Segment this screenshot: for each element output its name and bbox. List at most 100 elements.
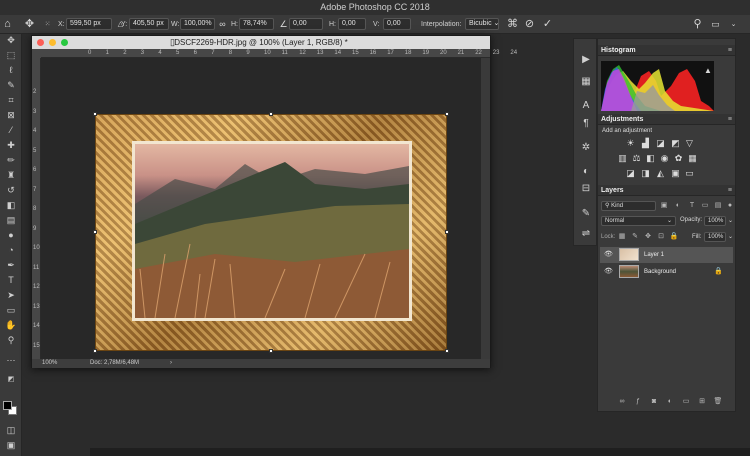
chevron-down-icon[interactable]: ⌄ [728,233,733,240]
filter-toggle-icon[interactable]: ● [724,201,736,211]
vertical-ruler[interactable]: 2 3 4 5 6 7 8 9 10 11 12 13 14 15 [32,58,41,359]
y-field[interactable]: 405,50 px [129,18,169,30]
transform-handle-bottom-left[interactable] [93,349,97,353]
type-tool-icon[interactable]: T [3,274,19,286]
hand-tool-icon[interactable]: ✋ [3,319,19,331]
selective-color-icon[interactable]: ▣ [670,168,681,179]
adjust-sliders-icon[interactable]: ⇌ [578,227,594,241]
filter-smart-object-icon[interactable]: ▤ [712,201,724,211]
color-balance-icon[interactable]: ⚖ [631,153,642,164]
path-selection-tool-icon[interactable]: ➤ [3,289,19,301]
levels-icon[interactable]: ▟ [640,138,651,149]
brush-settings-icon[interactable]: ✲ [578,141,594,155]
warning-icon[interactable]: ▲ [704,66,712,75]
healing-brush-tool-icon[interactable]: ✚ [3,139,19,151]
more-tools-icon[interactable]: ⋯ [3,354,19,366]
search-icon[interactable]: ⚲ [690,17,705,32]
adjustments-tab[interactable]: Adjustments [601,114,643,125]
fill-field[interactable]: 100% [704,232,726,242]
visibility-eye-icon[interactable]: 👁 [604,247,613,263]
filter-adjustment-icon[interactable]: ◐ [672,201,684,211]
document-info[interactable]: Doc: 2,78M/6,48M [90,359,139,368]
x-field[interactable]: 599,50 px [66,18,112,30]
play-actions-icon[interactable]: ▶ [578,53,594,67]
vibrance-icon[interactable]: ▽ [684,138,695,149]
lock-position-icon[interactable]: ✥ [642,232,654,242]
filter-shape-icon[interactable]: ▭ [699,201,711,211]
lasso-tool-icon[interactable]: ℓ [3,64,19,76]
invert-icon[interactable]: ◪ [625,168,636,179]
hskew-field[interactable]: 0,00 [338,18,366,30]
h-field[interactable]: 78,74% [239,18,274,30]
w-field[interactable]: 100,00% [180,18,215,30]
commit-transform-icon[interactable]: ✓ [540,17,555,32]
cancel-transform-icon[interactable]: ⊘ [522,17,537,32]
vskew-field[interactable]: 0,00 [383,18,411,30]
workspace-menu-icon[interactable]: ⌄ [726,17,741,32]
workspace-icon[interactable]: ▭ [708,17,723,32]
opacity-field[interactable]: 100% [704,216,726,226]
transform-handle-bottom-right[interactable] [445,349,449,353]
horizontal-ruler[interactable]: 0 1 2 3 4 5 6 7 8 9 10 11 12 13 14 15 16 17 18 19 20 21 22 23 24 [41,49,517,58]
channels-icon[interactable]: ◐ [578,165,594,179]
pen-tool-icon[interactable]: ✒ [3,259,19,271]
zoom-tool-icon[interactable]: ⚲ [3,334,19,346]
transform-handle-top-right[interactable] [445,112,449,116]
warp-icon[interactable]: ⌘ [505,17,520,32]
paragraph-icon[interactable]: ¶ [578,117,594,131]
clone-stamp-tool-icon[interactable]: ♜ [3,169,19,181]
brightness-contrast-icon[interactable]: ☀ [625,138,636,149]
transform-handle-top-left[interactable] [93,112,97,116]
hue-saturation-icon[interactable]: ▥ [617,153,628,164]
histogram-tab[interactable]: Histogram [601,45,636,56]
new-layer-icon[interactable]: ⊞ [696,397,708,407]
history-icon[interactable]: ⊟ [578,182,594,196]
layer-row-layer1[interactable]: 👁 Layer 1 [600,247,733,263]
move-tool-preset-icon[interactable]: ✥ [22,17,37,32]
blur-tool-icon[interactable]: ● [3,229,19,241]
new-adjustment-layer-icon[interactable]: ◐ [664,397,676,407]
quick-mask-icon[interactable]: ◫ [3,424,19,436]
posterize-icon[interactable]: ◨ [640,168,651,179]
transform-handle-right[interactable] [445,230,449,234]
layers-tab[interactable]: Layers [601,185,624,196]
filter-type-icon[interactable]: T [686,201,698,211]
minimize-window-icon[interactable] [49,39,56,46]
zoom-window-icon[interactable] [61,39,68,46]
frame-tool-icon[interactable]: ⊠ [3,109,19,121]
threshold-icon[interactable]: ◭ [655,168,666,179]
history-brush-tool-icon[interactable]: ↺ [3,184,19,196]
lock-all-icon[interactable]: 🔒 [668,232,680,242]
default-colors-icon[interactable]: ◩ [3,374,19,386]
move-tool-icon[interactable]: ✥ [3,34,19,46]
home-icon[interactable]: ⌂ [0,17,15,32]
color-lookup-icon[interactable]: ▦ [687,153,698,164]
eyedropper-tool-icon[interactable]: ⁄ [3,124,19,136]
reference-point-icon[interactable]: ⁙ [40,17,55,32]
properties-icon[interactable]: ▦ [578,75,594,89]
screen-mode-icon[interactable]: ▣ [3,439,19,451]
vertical-scrollbar[interactable] [481,58,490,359]
close-window-icon[interactable] [37,39,44,46]
status-chevron-icon[interactable]: › [170,359,172,368]
curves-icon[interactable]: ◪ [655,138,666,149]
quick-select-tool-icon[interactable]: ✎ [3,79,19,91]
visibility-eye-icon[interactable]: 👁 [604,264,613,280]
gradient-tool-icon[interactable]: ▤ [3,214,19,226]
marquee-tool-icon[interactable]: ⬚ [3,49,19,61]
link-icon[interactable]: ∞ [215,17,230,32]
foreground-color-swatch[interactable] [3,401,12,410]
filter-pixel-icon[interactable]: ▣ [658,201,670,211]
photo-filter-icon[interactable]: ◉ [659,153,670,164]
crop-tool-icon[interactable]: ⌗ [3,94,19,106]
interpolation-select[interactable]: Bicubic ⌄ [465,18,499,30]
layer-filter-select[interactable]: ⚲ Kind [601,201,656,211]
blend-mode-select[interactable]: Normal ⌄ [601,216,676,226]
link-layers-icon[interactable]: ∞ [616,397,628,407]
layer-style-icon[interactable]: ƒ [632,397,644,407]
eraser-tool-icon[interactable]: ◧ [3,199,19,211]
dodge-tool-icon[interactable]: ◔ [3,244,19,256]
exposure-icon[interactable]: ◩ [670,138,681,149]
add-mask-icon[interactable]: ◙ [648,397,660,407]
transform-handle-bottom[interactable] [269,349,273,353]
